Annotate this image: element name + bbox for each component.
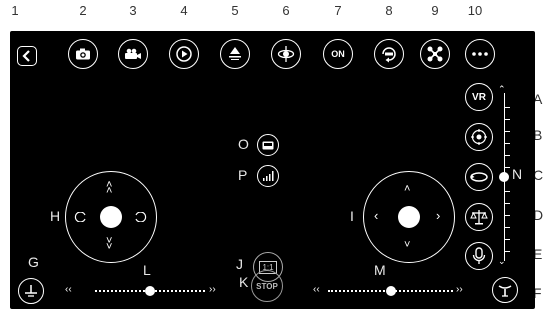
label-o: O <box>238 136 249 152</box>
label-6: 6 <box>282 3 290 18</box>
back-arrow-icon <box>22 50 30 62</box>
screen-button[interactable] <box>257 134 279 156</box>
rotate-360-icon <box>382 47 396 63</box>
right-trim-right-arrow[interactable]: ›› <box>456 284 463 295</box>
label-k: K <box>239 274 249 290</box>
right-joystick[interactable]: ˄ ˅ ‹ › <box>363 171 455 263</box>
label-8: 8 <box>385 3 393 18</box>
drone-mode-button[interactable] <box>420 39 450 69</box>
speed-button[interactable] <box>492 277 518 303</box>
playback-button[interactable] <box>169 39 199 69</box>
play-icon <box>176 46 192 62</box>
signal-bars-icon <box>263 171 274 181</box>
label-m: M <box>374 262 386 278</box>
microphone-icon <box>472 247 486 264</box>
back-button[interactable] <box>17 46 37 66</box>
label-3: 3 <box>129 3 137 18</box>
balance-scale-icon <box>470 210 488 225</box>
calibrate-button[interactable] <box>465 203 493 231</box>
right-trim-thumb[interactable] <box>385 286 396 296</box>
vertical-trim-down-arrow[interactable]: ⌄ <box>498 256 506 267</box>
propeller-icon <box>498 285 512 297</box>
headless-icon <box>471 129 487 145</box>
left-joystick-knob[interactable] <box>100 206 122 228</box>
stop-button[interactable]: STOP <box>251 270 283 302</box>
flip-rotate-icon <box>470 172 488 182</box>
rotate-left-icon <box>74 212 86 222</box>
right-joystick-down-arrow: ˅ <box>404 239 411 251</box>
power-on-button[interactable]: ON <box>323 39 353 69</box>
left-joystick[interactable]: ˄ ˄ ˅ ˅ <box>65 171 157 263</box>
label-p: P <box>238 167 248 183</box>
gyroscope-icon <box>277 46 295 62</box>
more-dots-icon <box>472 52 488 56</box>
vr-button[interactable]: VR <box>465 83 493 111</box>
label-7: 7 <box>334 3 342 18</box>
label-1: 1 <box>11 3 19 18</box>
label-10: 10 <box>467 3 483 18</box>
flip-button[interactable] <box>465 163 493 191</box>
right-joystick-up-arrow: ˄ <box>404 183 411 195</box>
control-panel: ON VR ⌃ ⌄ ˄ ˄ ˅ ˅ ˄ ˅ ‹ › 1:1 STOP ‹‹ ››… <box>10 31 535 309</box>
photo-button[interactable] <box>68 39 98 69</box>
camera-icon <box>76 48 90 60</box>
signal-button[interactable] <box>257 165 279 187</box>
label-i: I <box>350 208 354 224</box>
landing-icon <box>25 285 37 297</box>
label-h: H <box>50 208 61 224</box>
label-j: J <box>236 256 243 272</box>
rotate-360-button[interactable] <box>374 39 404 69</box>
label-2: 2 <box>79 3 87 18</box>
voice-button[interactable] <box>465 242 493 270</box>
video-camera-icon <box>125 48 141 59</box>
rotate-right-icon <box>135 212 147 222</box>
on-label: ON <box>331 49 345 59</box>
right-joystick-knob[interactable] <box>398 206 420 228</box>
vertical-trim-thumb[interactable] <box>499 172 509 182</box>
vertical-trim-up-arrow[interactable]: ⌃ <box>498 84 506 95</box>
label-n: N <box>512 166 523 182</box>
drone-icon <box>427 46 443 62</box>
gyro-button[interactable] <box>271 39 301 69</box>
more-button[interactable] <box>465 39 495 69</box>
takeoff-button[interactable] <box>220 39 250 69</box>
left-trim-left-arrow[interactable]: ‹‹ <box>65 284 72 295</box>
label-g: G <box>28 254 39 270</box>
takeoff-icon <box>229 47 241 60</box>
left-trim-thumb[interactable] <box>145 286 155 296</box>
right-joystick-right-arrow: › <box>436 208 441 223</box>
vr-label: VR <box>472 91 486 103</box>
land-button[interactable] <box>18 278 44 304</box>
label-4: 4 <box>180 3 188 18</box>
screen-icon <box>262 141 274 149</box>
label-9: 9 <box>431 3 439 18</box>
right-trim-left-arrow[interactable]: ‹‹ <box>313 284 320 295</box>
stop-label: STOP <box>256 281 278 291</box>
left-trim-right-arrow[interactable]: ›› <box>209 284 216 295</box>
right-joystick-left-arrow: ‹ <box>374 208 379 223</box>
label-5: 5 <box>231 3 239 18</box>
label-l: L <box>143 262 151 278</box>
video-button[interactable] <box>118 39 148 69</box>
headless-button[interactable] <box>465 123 493 151</box>
